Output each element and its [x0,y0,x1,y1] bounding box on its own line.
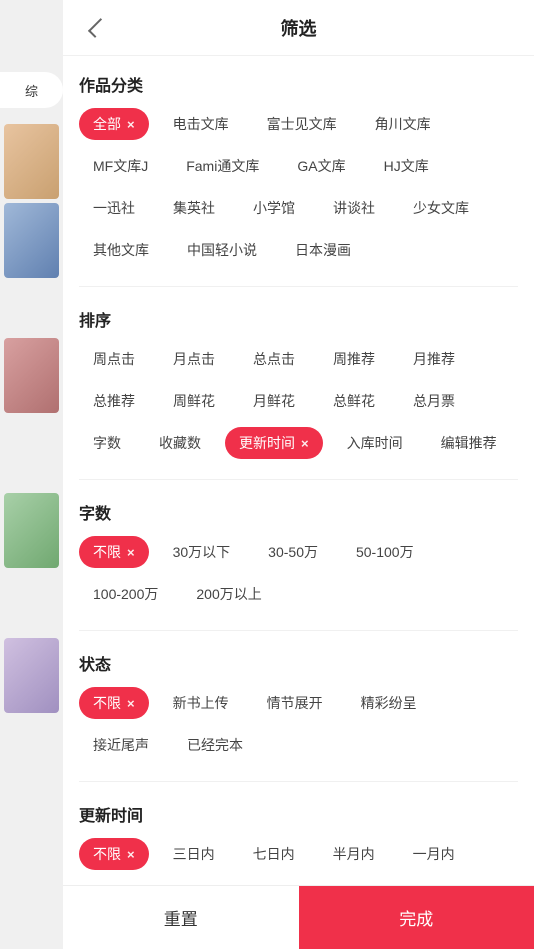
tag-yue-xianhua[interactable]: 月鲜花 [239,385,309,417]
tag-yue-click[interactable]: 月点击 [159,343,229,375]
divider-3 [79,630,518,631]
section-wordcount: 字数 不限 × 30万以下 30-50万 50-100万 100-200万 20… [79,500,518,610]
tag-zong-xianhua[interactable]: 总鲜花 [319,385,389,417]
sidebar-tab-label: 综 [25,81,38,100]
tag-zhou-xianhua[interactable]: 周鲜花 [159,385,229,417]
divider-1 [79,286,518,287]
close-icon: × [127,117,135,132]
divider-2 [79,479,518,480]
close-icon: × [127,545,135,560]
tag-jiyingshe[interactable]: 集英社 [159,192,229,224]
back-button[interactable] [79,12,111,44]
category-title: 作品分类 [79,72,518,96]
tag-zong-click[interactable]: 总点击 [239,343,309,375]
confirm-button[interactable]: 完成 [299,886,534,949]
tag-zong-tuijian[interactable]: 总推荐 [79,385,149,417]
status-tags: 不限 × 新书上传 情节展开 精彩纷呈 接近尾声 已经完本 [79,687,518,761]
tag-xiaoxueguan[interactable]: 小学馆 [239,192,309,224]
tag-quanbu[interactable]: 全部 × [79,108,149,140]
tag-time-3days[interactable]: 三日内 [159,838,229,870]
tag-yue-tuijian[interactable]: 月推荐 [399,343,469,375]
tag-zhongguoqinxiaoshuo[interactable]: 中国轻小说 [173,234,271,266]
close-icon: × [127,696,135,711]
tag-qitawenku[interactable]: 其他文库 [79,234,163,266]
category-tags: 全部 × 电击文库 富士见文库 角川文库 MF文库J Fami通文库 GA文库 … [79,108,518,266]
section-update-time: 更新时间 不限 × 三日内 七日内 半月内 一月内 [79,802,518,870]
page-title: 筛选 [281,15,317,41]
status-title: 状态 [79,651,518,675]
tag-wc-unlimited[interactable]: 不限 × [79,536,149,568]
tag-zishu[interactable]: 字数 [79,427,135,459]
tag-ruku-shijian[interactable]: 入库时间 [333,427,417,459]
tag-wc-200[interactable]: 200万以上 [182,578,275,610]
tag-status-new[interactable]: 新书上传 [159,687,243,719]
tag-zong-yuepiao[interactable]: 总月票 [399,385,469,417]
sort-title: 排序 [79,307,518,331]
tag-shoucang[interactable]: 收藏数 [145,427,215,459]
book-covers [0,120,63,717]
tag-hjwenku[interactable]: HJ文库 [370,150,443,182]
update-time-title: 更新时间 [79,802,518,826]
tag-jiaochuanwenku[interactable]: 角川文库 [361,108,445,140]
close-icon: × [301,436,309,451]
tag-ribenmanhua[interactable]: 日本漫画 [281,234,365,266]
header: 筛选 [63,0,534,56]
tag-zhou-click[interactable]: 周点击 [79,343,149,375]
tag-time-1month[interactable]: 一月内 [399,838,469,870]
tag-status-plot[interactable]: 情节展开 [253,687,337,719]
tag-gawenku[interactable]: GA文库 [283,150,359,182]
tag-dianjiwenku[interactable]: 电击文库 [159,108,243,140]
tag-wc-30w[interactable]: 30万以下 [159,536,245,568]
tag-status-exciting[interactable]: 精彩纷呈 [347,687,431,719]
sidebar-tab[interactable]: 综 [0,72,63,108]
tag-time-unlimited[interactable]: 不限 × [79,838,149,870]
tag-status-unlimited[interactable]: 不限 × [79,687,149,719]
update-time-tags: 不限 × 三日内 七日内 半月内 一月内 [79,838,518,870]
tag-wc-50-100[interactable]: 50-100万 [342,536,428,568]
tag-jiangtanshe[interactable]: 讲谈社 [319,192,389,224]
tag-fujianwenku[interactable]: 富士见文库 [253,108,351,140]
filter-panel: 筛选 作品分类 全部 × 电击文库 富士见文库 角川文库 MF文库J Fami通… [63,0,534,949]
close-icon: × [127,847,135,862]
background-sidebar [0,0,63,949]
section-category: 作品分类 全部 × 电击文库 富士见文库 角川文库 MF文库J Fami通文库 … [79,72,518,266]
section-status: 状态 不限 × 新书上传 情节展开 精彩纷呈 接近尾声 已经完本 [79,651,518,761]
tag-mfwenku[interactable]: MF文库J [79,150,162,182]
wordcount-title: 字数 [79,500,518,524]
footer: 重置 完成 [63,885,534,949]
wordcount-tags: 不限 × 30万以下 30-50万 50-100万 100-200万 200万以… [79,536,518,610]
tag-wc-100-200[interactable]: 100-200万 [79,578,172,610]
reset-button[interactable]: 重置 [63,886,299,949]
divider-4 [79,781,518,782]
tag-status-complete[interactable]: 已经完本 [173,729,257,761]
sort-tags: 周点击 月点击 总点击 周推荐 月推荐 总推荐 周鲜花 月鲜花 总鲜花 总月票 … [79,343,518,459]
tag-gengxin-shijian[interactable]: 更新时间 × [225,427,323,459]
back-icon [88,18,108,38]
section-sort: 排序 周点击 月点击 总点击 周推荐 月推荐 总推荐 周鲜花 月鲜花 总鲜花 总… [79,307,518,459]
tag-status-ending[interactable]: 接近尾声 [79,729,163,761]
tag-shaonvwenku[interactable]: 少女文库 [399,192,483,224]
tag-bianji-tuijian[interactable]: 编辑推荐 [427,427,511,459]
tag-yixunshe[interactable]: 一迅社 [79,192,149,224]
tag-zhou-tuijian[interactable]: 周推荐 [319,343,389,375]
tag-wc-30-50[interactable]: 30-50万 [254,536,332,568]
tag-time-7days[interactable]: 七日内 [239,838,309,870]
filter-content: 作品分类 全部 × 电击文库 富士见文库 角川文库 MF文库J Fami通文库 … [63,56,534,885]
tag-time-halfmonth[interactable]: 半月内 [319,838,389,870]
tag-famiwenku[interactable]: Fami通文库 [172,150,273,182]
